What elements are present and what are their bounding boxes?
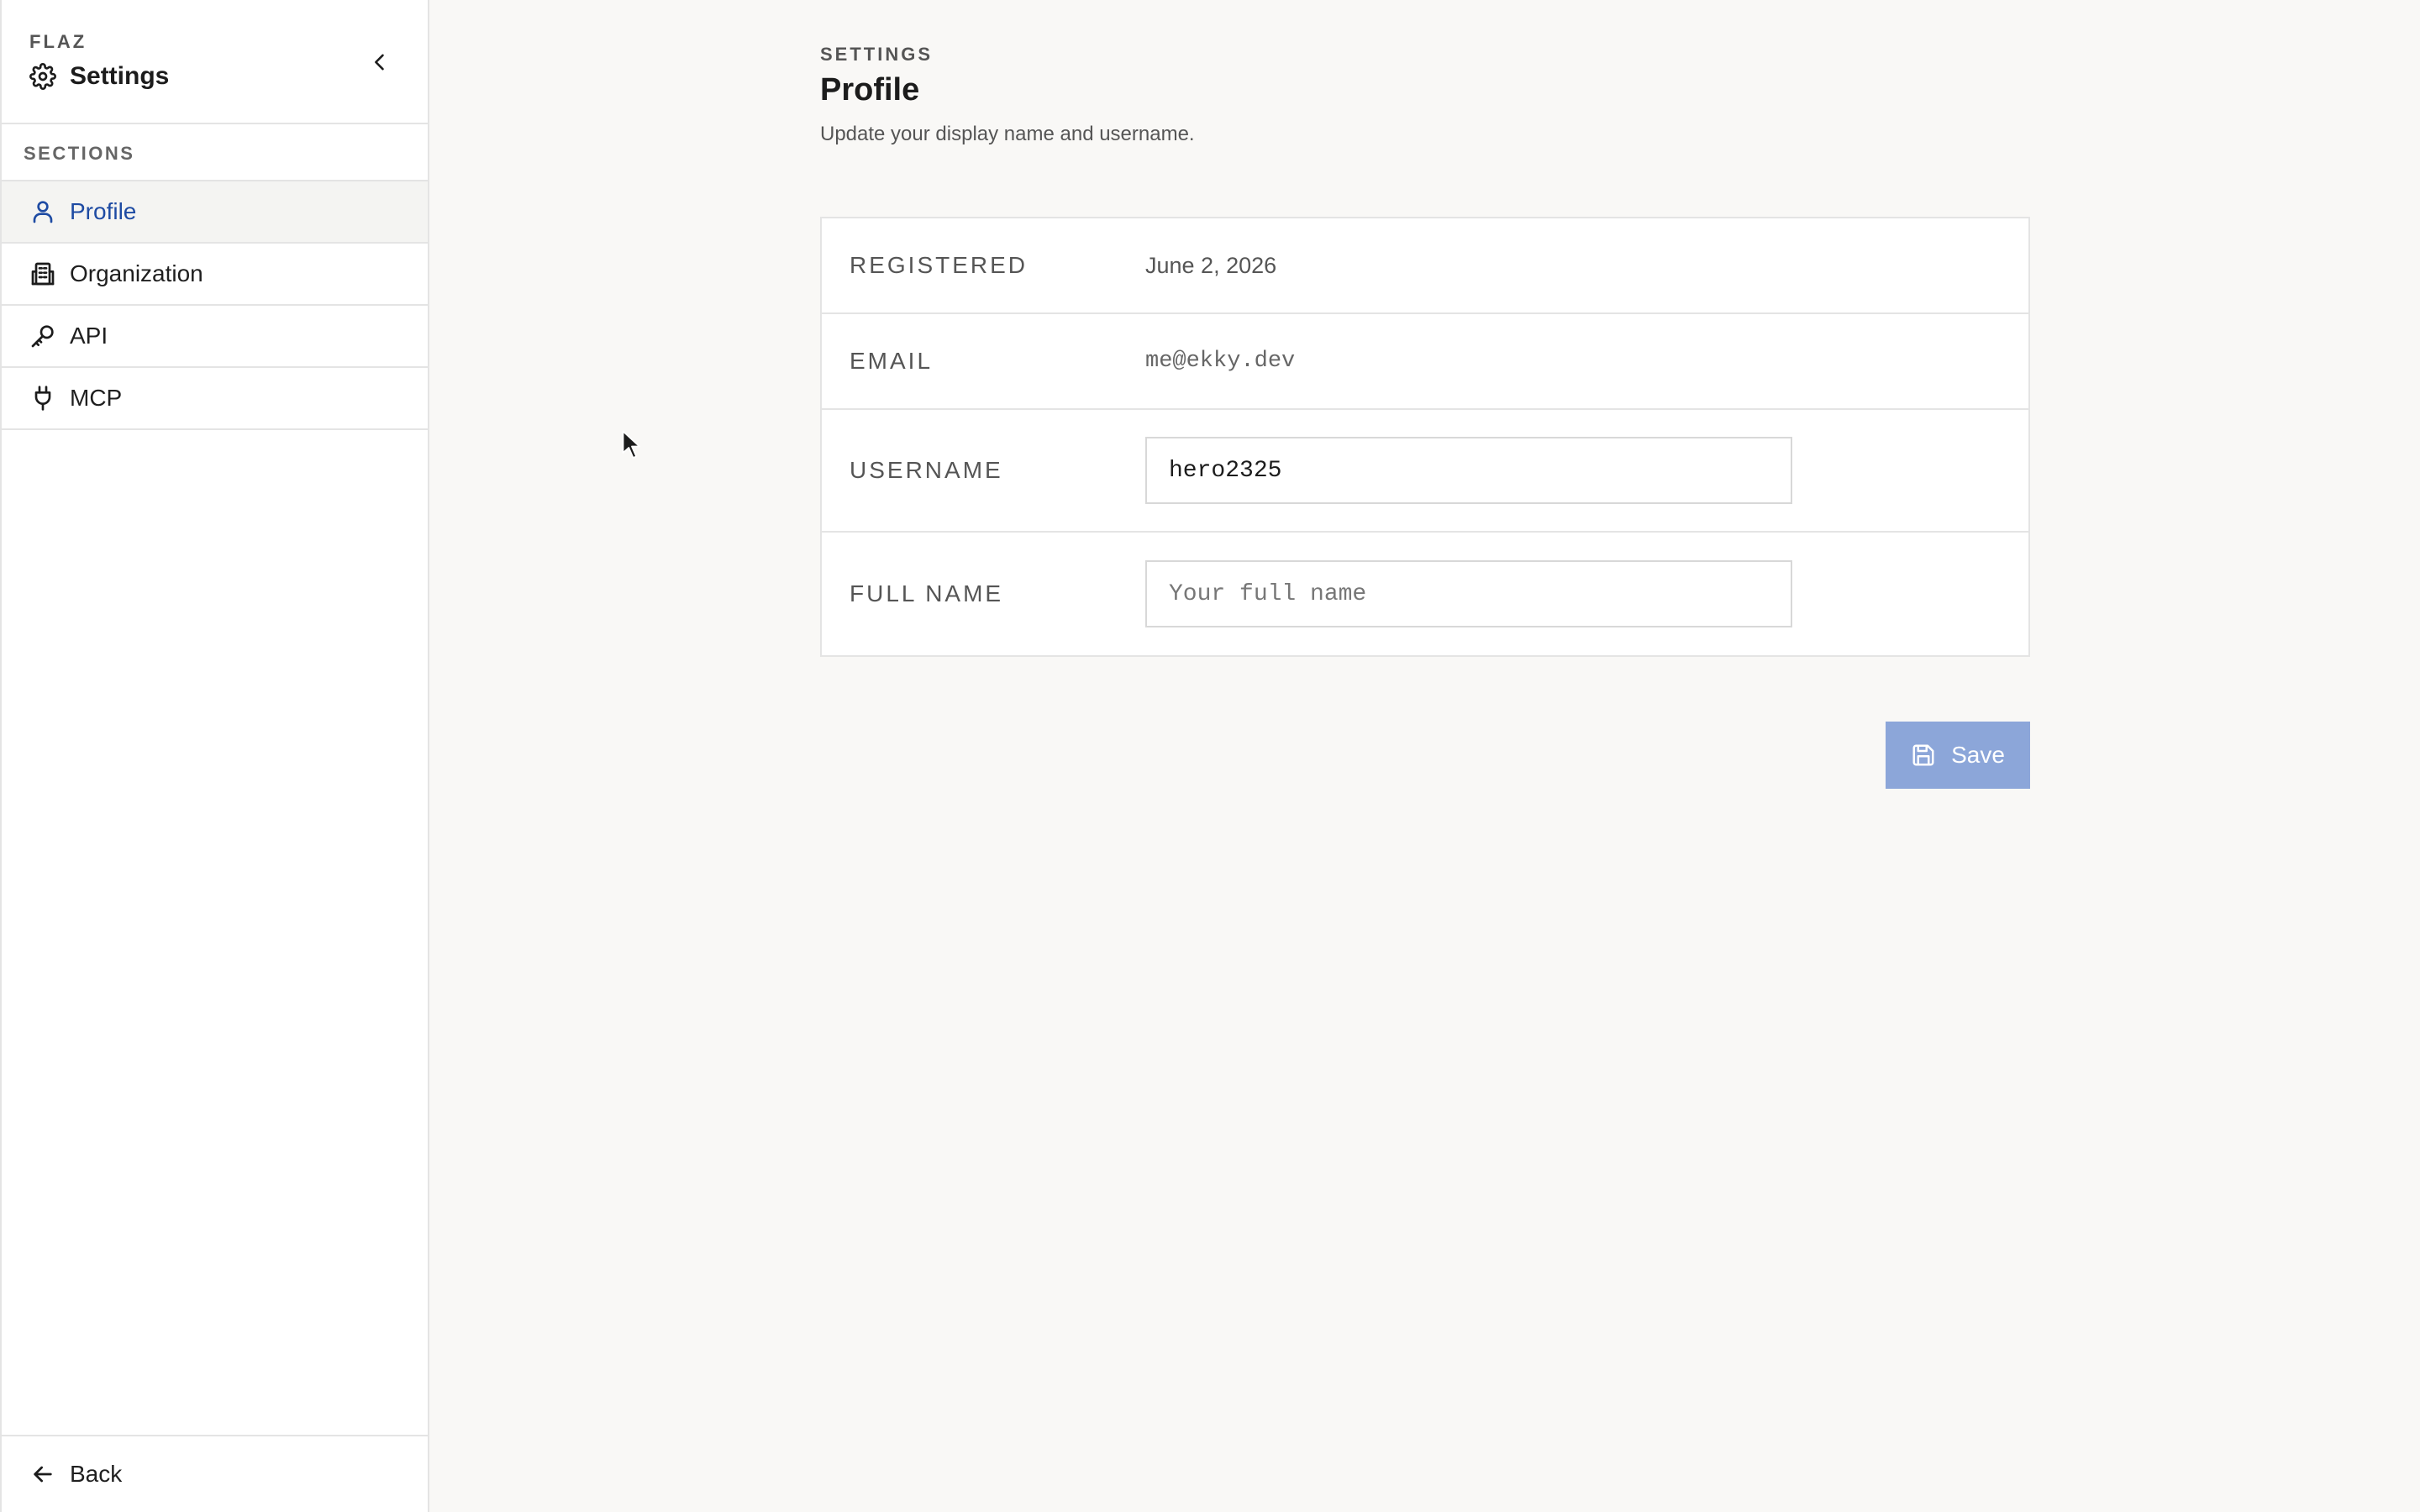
full-name-label: FULL NAME bbox=[850, 580, 1004, 606]
arrow-left-icon bbox=[29, 1461, 56, 1488]
sidebar-nav: Profile Organization API MCP bbox=[2, 180, 428, 430]
full-name-input[interactable] bbox=[1145, 560, 1792, 627]
chevron-left-icon bbox=[368, 50, 392, 78]
floppy-disk-icon bbox=[1911, 743, 1936, 768]
username-row: USERNAME bbox=[822, 410, 2028, 533]
sidebar-item-mcp[interactable]: MCP bbox=[2, 368, 428, 430]
sidebar-item-label: Organization bbox=[70, 260, 203, 286]
sidebar-section-label: SECTIONS bbox=[24, 143, 135, 164]
full-name-row: FULL NAME bbox=[822, 533, 2028, 655]
page-subtitle: Update your display name and username. bbox=[820, 123, 1195, 145]
page-eyebrow: SETTINGS bbox=[820, 44, 934, 65]
email-value: me@ekky.dev bbox=[1145, 349, 1296, 374]
back-label: Back bbox=[70, 1461, 123, 1487]
sidebar-title-row: Settings bbox=[29, 62, 169, 91]
key-icon bbox=[29, 323, 56, 349]
gear-icon bbox=[29, 63, 56, 90]
back-button[interactable]: Back bbox=[2, 1435, 428, 1512]
sidebar-title: Settings bbox=[70, 62, 170, 90]
save-label: Save bbox=[1951, 742, 2005, 768]
collapse-sidebar-button[interactable] bbox=[365, 49, 395, 79]
plug-icon bbox=[29, 385, 56, 412]
sidebar-item-label: API bbox=[70, 323, 108, 349]
sidebar-item-organization[interactable]: Organization bbox=[2, 244, 428, 306]
email-label: EMAIL bbox=[850, 348, 934, 374]
building-icon bbox=[29, 260, 56, 287]
sidebar-item-profile[interactable]: Profile bbox=[2, 181, 428, 244]
email-row: EMAIL me@ekky.dev bbox=[822, 314, 2028, 410]
registered-value: June 2, 2026 bbox=[1145, 252, 1277, 278]
page-title: Profile bbox=[820, 72, 920, 108]
sidebar-item-label: MCP bbox=[70, 385, 123, 411]
registered-label: REGISTERED bbox=[850, 252, 1028, 278]
app-root: FLAZ Settings SECTIONS Profile Organizat… bbox=[0, 0, 2420, 1512]
username-label: USERNAME bbox=[850, 457, 1003, 483]
sidebar: FLAZ Settings SECTIONS Profile Organizat… bbox=[0, 0, 429, 1512]
registered-row: REGISTERED June 2, 2026 bbox=[822, 218, 2028, 314]
user-icon bbox=[29, 198, 56, 225]
sidebar-header: FLAZ Settings bbox=[2, 0, 428, 124]
save-button[interactable]: Save bbox=[1886, 722, 2030, 789]
brand-label: FLAZ bbox=[29, 31, 87, 52]
mouse-cursor-icon bbox=[622, 430, 642, 460]
username-input[interactable] bbox=[1145, 437, 1792, 504]
profile-card: REGISTERED June 2, 2026 EMAIL me@ekky.de… bbox=[820, 217, 2030, 657]
sidebar-item-label: Profile bbox=[70, 198, 137, 224]
sidebar-item-api[interactable]: API bbox=[2, 306, 428, 368]
